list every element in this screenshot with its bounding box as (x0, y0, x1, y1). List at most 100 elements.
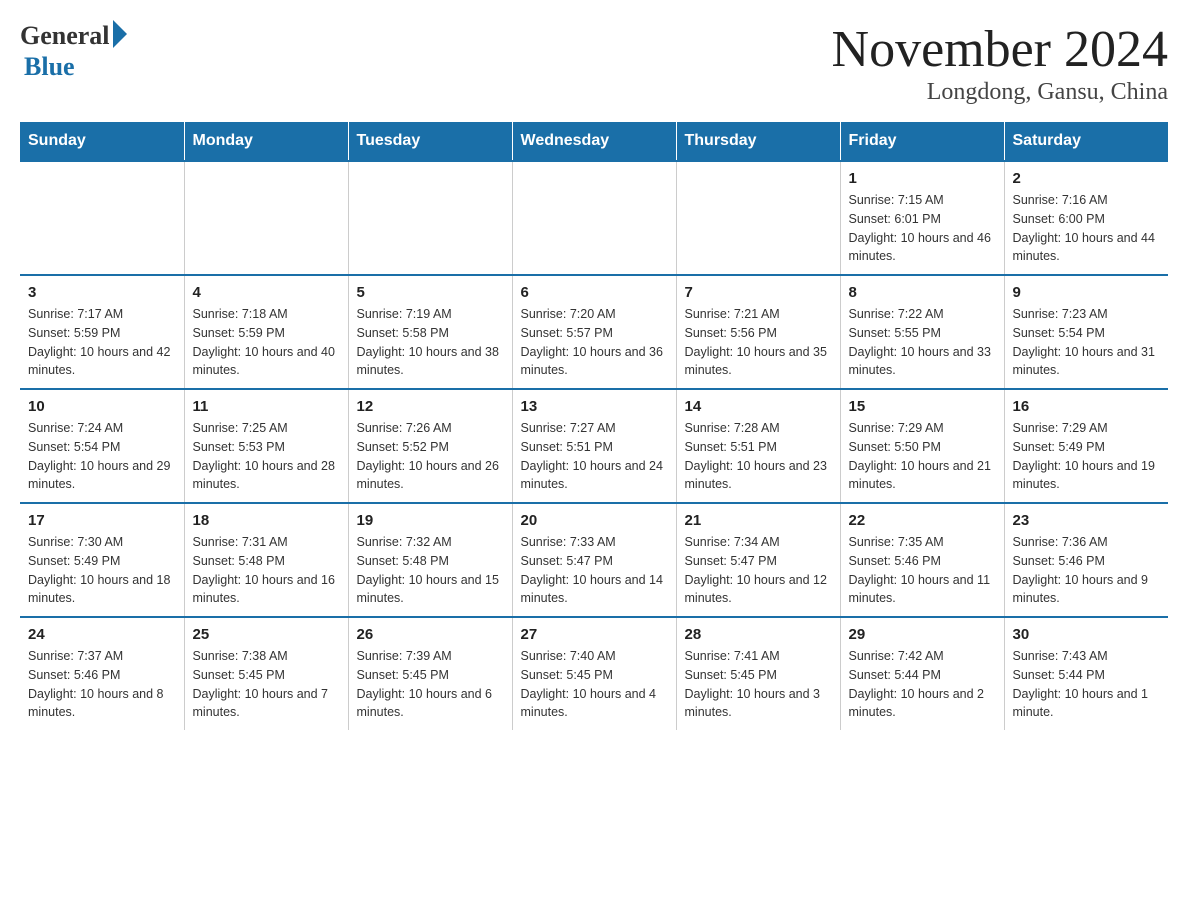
day-number: 11 (193, 398, 340, 415)
day-number: 23 (1013, 512, 1161, 529)
calendar-cell: 15Sunrise: 7:29 AM Sunset: 5:50 PM Dayli… (840, 389, 1004, 503)
calendar-cell (348, 161, 512, 275)
logo-triangle-icon (113, 20, 127, 48)
calendar-title-block: November 2024 Longdong, Gansu, China (832, 20, 1168, 106)
day-info: Sunrise: 7:23 AM Sunset: 5:54 PM Dayligh… (1013, 305, 1161, 380)
calendar-cell (512, 161, 676, 275)
logo-general-text: General (20, 21, 110, 51)
day-number: 5 (357, 284, 504, 301)
calendar-cell: 16 Sunrise: 7:29 AM Sunset: 5:49 PM Dayli… (1004, 389, 1168, 503)
day-number: 17 (28, 512, 176, 529)
calendar-cell: 28 Sunrise: 7:41 AM Sunset: 5:45 PM Dayli… (676, 617, 840, 730)
day-number: 10 (28, 398, 176, 415)
day-number: 25 (193, 626, 340, 643)
day-number: 28 (685, 626, 832, 643)
day-number: 8 (849, 284, 996, 301)
calendar-cell: 7Sunrise: 7:21 AM Sunset: 5:56 PM Daylig… (676, 275, 840, 389)
calendar-cell: 10 Sunrise: 7:24 AM Sunset: 5:54 PM Dayli… (20, 389, 184, 503)
day-info: Sunrise: 7:37 AM Sunset: 5:46 PM Dayligh… (28, 647, 176, 722)
day-info: Sunrise: 7:33 AM Sunset: 5:47 PM Dayligh… (521, 533, 668, 608)
calendar-cell: 26 Sunrise: 7:39 AM Sunset: 5:45 PM Dayli… (348, 617, 512, 730)
day-info: Sunrise: 7:40 AM Sunset: 5:45 PM Dayligh… (521, 647, 668, 722)
day-number: 1 (849, 170, 996, 187)
day-info: Sunrise: 7:34 AM Sunset: 5:47 PM Dayligh… (685, 533, 832, 608)
calendar-header: SundayMondayTuesdayWednesdayThursdayFrid… (20, 122, 1168, 161)
calendar-week-4: 17 Sunrise: 7:30 AM Sunset: 5:49 PM Dayli… (20, 503, 1168, 617)
page-header: General Blue November 2024 Longdong, Gan… (20, 20, 1168, 106)
calendar-cell: 22 Sunrise: 7:35 AM Sunset: 5:46 PM Dayli… (840, 503, 1004, 617)
calendar-table: SundayMondayTuesdayWednesdayThursdayFrid… (20, 122, 1168, 730)
logo-blue-text: Blue (24, 52, 75, 82)
day-number: 2 (1013, 170, 1161, 187)
header-row: SundayMondayTuesdayWednesdayThursdayFrid… (20, 122, 1168, 161)
calendar-cell: 8 Sunrise: 7:22 AM Sunset: 5:55 PM Daylig… (840, 275, 1004, 389)
day-info: Sunrise: 7:35 AM Sunset: 5:46 PM Dayligh… (849, 533, 996, 608)
calendar-week-3: 10 Sunrise: 7:24 AM Sunset: 5:54 PM Dayli… (20, 389, 1168, 503)
day-number: 20 (521, 512, 668, 529)
calendar-cell: 29 Sunrise: 7:42 AM Sunset: 5:44 PM Dayli… (840, 617, 1004, 730)
calendar-cell (20, 161, 184, 275)
day-info: Sunrise: 7:30 AM Sunset: 5:49 PM Dayligh… (28, 533, 176, 608)
day-info: Sunrise: 7:39 AM Sunset: 5:45 PM Dayligh… (357, 647, 504, 722)
calendar-subtitle: Longdong, Gansu, China (832, 79, 1168, 106)
day-number: 26 (357, 626, 504, 643)
day-info: Sunrise: 7:31 AM Sunset: 5:48 PM Dayligh… (193, 533, 340, 608)
day-number: 6 (521, 284, 668, 301)
day-info: Sunrise: 7:17 AM Sunset: 5:59 PM Dayligh… (28, 305, 176, 380)
day-number: 22 (849, 512, 996, 529)
day-info: Sunrise: 7:38 AM Sunset: 5:45 PM Dayligh… (193, 647, 340, 722)
day-info: Sunrise: 7:27 AM Sunset: 5:51 PM Dayligh… (521, 419, 668, 494)
calendar-body: 1 Sunrise: 7:15 AM Sunset: 6:01 PM Daylig… (20, 161, 1168, 730)
calendar-cell: 24 Sunrise: 7:37 AM Sunset: 5:46 PM Dayli… (20, 617, 184, 730)
day-info: Sunrise: 7:22 AM Sunset: 5:55 PM Dayligh… (849, 305, 996, 380)
calendar-cell: 9Sunrise: 7:23 AM Sunset: 5:54 PM Daylig… (1004, 275, 1168, 389)
day-info: Sunrise: 7:41 AM Sunset: 5:45 PM Dayligh… (685, 647, 832, 722)
calendar-cell: 6 Sunrise: 7:20 AM Sunset: 5:57 PM Daylig… (512, 275, 676, 389)
calendar-cell: 30Sunrise: 7:43 AM Sunset: 5:44 PM Dayli… (1004, 617, 1168, 730)
header-thursday: Thursday (676, 122, 840, 161)
header-friday: Friday (840, 122, 1004, 161)
day-info: Sunrise: 7:24 AM Sunset: 5:54 PM Dayligh… (28, 419, 176, 494)
day-info: Sunrise: 7:28 AM Sunset: 5:51 PM Dayligh… (685, 419, 832, 494)
calendar-cell: 19 Sunrise: 7:32 AM Sunset: 5:48 PM Dayli… (348, 503, 512, 617)
calendar-cell: 14Sunrise: 7:28 AM Sunset: 5:51 PM Dayli… (676, 389, 840, 503)
day-info: Sunrise: 7:16 AM Sunset: 6:00 PM Dayligh… (1013, 191, 1161, 266)
calendar-week-5: 24 Sunrise: 7:37 AM Sunset: 5:46 PM Dayli… (20, 617, 1168, 730)
day-info: Sunrise: 7:36 AM Sunset: 5:46 PM Dayligh… (1013, 533, 1161, 608)
calendar-cell: 21 Sunrise: 7:34 AM Sunset: 5:47 PM Dayli… (676, 503, 840, 617)
day-number: 18 (193, 512, 340, 529)
calendar-cell (184, 161, 348, 275)
day-info: Sunrise: 7:42 AM Sunset: 5:44 PM Dayligh… (849, 647, 996, 722)
day-info: Sunrise: 7:29 AM Sunset: 5:49 PM Dayligh… (1013, 419, 1161, 494)
calendar-cell: 4 Sunrise: 7:18 AM Sunset: 5:59 PM Daylig… (184, 275, 348, 389)
calendar-cell: 20 Sunrise: 7:33 AM Sunset: 5:47 PM Dayli… (512, 503, 676, 617)
header-tuesday: Tuesday (348, 122, 512, 161)
calendar-cell: 23 Sunrise: 7:36 AM Sunset: 5:46 PM Dayli… (1004, 503, 1168, 617)
calendar-week-1: 1 Sunrise: 7:15 AM Sunset: 6:01 PM Daylig… (20, 161, 1168, 275)
calendar-cell: 5 Sunrise: 7:19 AM Sunset: 5:58 PM Daylig… (348, 275, 512, 389)
day-info: Sunrise: 7:19 AM Sunset: 5:58 PM Dayligh… (357, 305, 504, 380)
day-number: 12 (357, 398, 504, 415)
header-wednesday: Wednesday (512, 122, 676, 161)
day-number: 24 (28, 626, 176, 643)
day-info: Sunrise: 7:43 AM Sunset: 5:44 PM Dayligh… (1013, 647, 1161, 722)
header-saturday: Saturday (1004, 122, 1168, 161)
day-info: Sunrise: 7:29 AM Sunset: 5:50 PM Dayligh… (849, 419, 996, 494)
calendar-title: November 2024 (832, 20, 1168, 79)
logo: General Blue (20, 20, 127, 82)
calendar-cell: 17 Sunrise: 7:30 AM Sunset: 5:49 PM Dayli… (20, 503, 184, 617)
day-number: 16 (1013, 398, 1161, 415)
day-info: Sunrise: 7:32 AM Sunset: 5:48 PM Dayligh… (357, 533, 504, 608)
day-number: 4 (193, 284, 340, 301)
day-info: Sunrise: 7:20 AM Sunset: 5:57 PM Dayligh… (521, 305, 668, 380)
calendar-cell: 25 Sunrise: 7:38 AM Sunset: 5:45 PM Dayli… (184, 617, 348, 730)
day-info: Sunrise: 7:18 AM Sunset: 5:59 PM Dayligh… (193, 305, 340, 380)
header-monday: Monday (184, 122, 348, 161)
day-number: 29 (849, 626, 996, 643)
day-number: 21 (685, 512, 832, 529)
calendar-cell: 18 Sunrise: 7:31 AM Sunset: 5:48 PM Dayli… (184, 503, 348, 617)
day-info: Sunrise: 7:25 AM Sunset: 5:53 PM Dayligh… (193, 419, 340, 494)
day-info: Sunrise: 7:15 AM Sunset: 6:01 PM Dayligh… (849, 191, 996, 266)
day-number: 13 (521, 398, 668, 415)
day-number: 19 (357, 512, 504, 529)
